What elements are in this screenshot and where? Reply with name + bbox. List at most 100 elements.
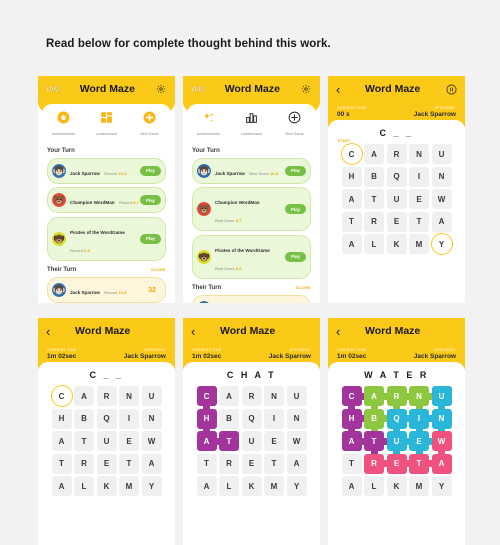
list-item[interactable]: Champion WordMan Record 5-7 Play — [47, 187, 166, 213]
letter-tile[interactable]: E — [119, 431, 139, 451]
letter-tile[interactable]: U — [97, 431, 117, 451]
letter-tile[interactable]: K — [242, 476, 262, 496]
letter-tile[interactable]: W — [287, 431, 307, 451]
list-item[interactable]: Jack Sparrow Best Score 10-3 32 — [192, 295, 311, 303]
letter-tile[interactable]: A — [219, 386, 239, 406]
letter-tile[interactable]: E — [97, 454, 117, 474]
letter-tile[interactable]: K — [387, 476, 407, 496]
letter-tile[interactable]: A — [287, 454, 307, 474]
letter-board-water[interactable]: CARNUHBQINATUEWTRETAALKMY — [337, 386, 456, 496]
letter-tile[interactable]: M — [409, 234, 429, 254]
letter-tile[interactable]: T — [197, 454, 217, 474]
letter-board-start[interactable]: CARNUHBQINATUEWTRETAALKMY — [337, 144, 456, 254]
letter-tile[interactable]: N — [142, 409, 162, 429]
nav-leaderboard[interactable]: Leaderboard — [85, 111, 128, 136]
letter-tile[interactable]: H — [342, 167, 362, 187]
letter-tile[interactable]: Q — [387, 409, 407, 429]
letter-tile[interactable]: U — [387, 431, 407, 451]
letter-tile[interactable]: C — [52, 386, 72, 406]
play-button[interactable]: Play — [140, 195, 161, 205]
letter-tile[interactable]: A — [342, 189, 362, 209]
letter-tile[interactable]: E — [409, 431, 429, 451]
letter-tile[interactable]: T — [119, 454, 139, 474]
letter-tile[interactable]: C — [342, 386, 362, 406]
letter-tile[interactable]: A — [342, 431, 362, 451]
play-button[interactable]: Play — [285, 166, 306, 176]
letter-tile[interactable]: A — [197, 431, 217, 451]
nav-new-game[interactable]: New Game — [273, 111, 316, 136]
letter-tile[interactable]: T — [264, 454, 284, 474]
gear-icon[interactable] — [155, 83, 167, 95]
letter-tile[interactable]: K — [387, 234, 407, 254]
letter-tile[interactable]: A — [342, 476, 362, 496]
letter-tile[interactable]: L — [74, 476, 94, 496]
letter-tile[interactable]: U — [432, 144, 452, 164]
letter-tile[interactable]: R — [364, 212, 384, 232]
letter-tile[interactable]: T — [342, 212, 362, 232]
letter-tile[interactable]: T — [364, 431, 384, 451]
letter-tile[interactable]: A — [364, 386, 384, 406]
letter-tile[interactable]: K — [97, 476, 117, 496]
letter-board-chat[interactable]: CARNUHBQINATUEWTRETAALKMY — [192, 386, 311, 496]
play-button[interactable]: Play — [285, 252, 306, 262]
letter-tile[interactable]: B — [74, 409, 94, 429]
letter-tile[interactable]: N — [432, 409, 452, 429]
letter-tile[interactable]: U — [387, 189, 407, 209]
letter-tile[interactable]: L — [364, 234, 384, 254]
letter-tile[interactable]: E — [387, 212, 407, 232]
letter-tile[interactable]: U — [242, 431, 262, 451]
letter-tile[interactable]: N — [409, 386, 429, 406]
nav-new-game[interactable]: New Game — [128, 111, 171, 136]
letter-tile[interactable]: Y — [142, 476, 162, 496]
list-item[interactable]: Jack Sparrow Best Score 10-3 Play — [192, 158, 311, 184]
pause-icon[interactable] — [445, 83, 457, 95]
list-item[interactable]: Champion WordMan Best Score 5-7 Play — [192, 187, 311, 231]
play-button[interactable]: Play — [285, 204, 306, 214]
letter-tile[interactable]: B — [364, 409, 384, 429]
letter-tile[interactable]: M — [409, 476, 429, 496]
letter-tile[interactable]: H — [52, 409, 72, 429]
letter-tile[interactable]: T — [52, 454, 72, 474]
letter-tile[interactable]: E — [409, 189, 429, 209]
letter-tile[interactable]: T — [409, 454, 429, 474]
letter-tile[interactable]: Y — [432, 234, 452, 254]
list-item[interactable]: Jack Sparrow Record 10-3 32 — [47, 277, 166, 303]
letter-board-timer[interactable]: CARNUHBQINATUEWTRETAALKMY — [47, 386, 166, 496]
nav-achievements[interactable]: Achievements — [187, 111, 230, 136]
letter-tile[interactable]: R — [387, 144, 407, 164]
nav-achievements[interactable]: Achievements — [42, 111, 85, 136]
letter-tile[interactable]: A — [342, 234, 362, 254]
letter-tile[interactable]: Q — [97, 409, 117, 429]
play-button[interactable]: Play — [140, 234, 161, 244]
letter-tile[interactable]: I — [409, 409, 429, 429]
letter-tile[interactable]: A — [432, 454, 452, 474]
letter-tile[interactable]: A — [197, 476, 217, 496]
letter-tile[interactable]: A — [142, 454, 162, 474]
play-button[interactable]: Play — [140, 166, 161, 176]
letter-tile[interactable]: N — [264, 386, 284, 406]
letter-tile[interactable]: E — [264, 431, 284, 451]
letter-tile[interactable]: W — [432, 189, 452, 209]
letter-tile[interactable]: T — [342, 454, 362, 474]
letter-tile[interactable]: R — [97, 386, 117, 406]
letter-tile[interactable]: Q — [242, 409, 262, 429]
letter-tile[interactable]: C — [197, 386, 217, 406]
letter-tile[interactable]: N — [409, 144, 429, 164]
letter-tile[interactable]: N — [119, 386, 139, 406]
letter-tile[interactable]: M — [119, 476, 139, 496]
letter-tile[interactable]: Y — [432, 476, 452, 496]
gear-icon[interactable] — [300, 83, 312, 95]
letter-tile[interactable]: C — [342, 144, 362, 164]
letter-tile[interactable]: E — [242, 454, 262, 474]
nav-leaderboard[interactable]: Leaderboard — [230, 111, 273, 136]
letter-tile[interactable]: B — [364, 167, 384, 187]
letter-tile[interactable]: W — [432, 431, 452, 451]
letter-tile[interactable]: I — [119, 409, 139, 429]
letter-tile[interactable]: T — [219, 431, 239, 451]
letter-tile[interactable]: A — [52, 476, 72, 496]
letter-tile[interactable]: A — [74, 386, 94, 406]
letter-tile[interactable]: A — [432, 212, 452, 232]
letter-tile[interactable]: A — [364, 144, 384, 164]
letter-tile[interactable]: R — [387, 386, 407, 406]
letter-tile[interactable]: N — [432, 167, 452, 187]
